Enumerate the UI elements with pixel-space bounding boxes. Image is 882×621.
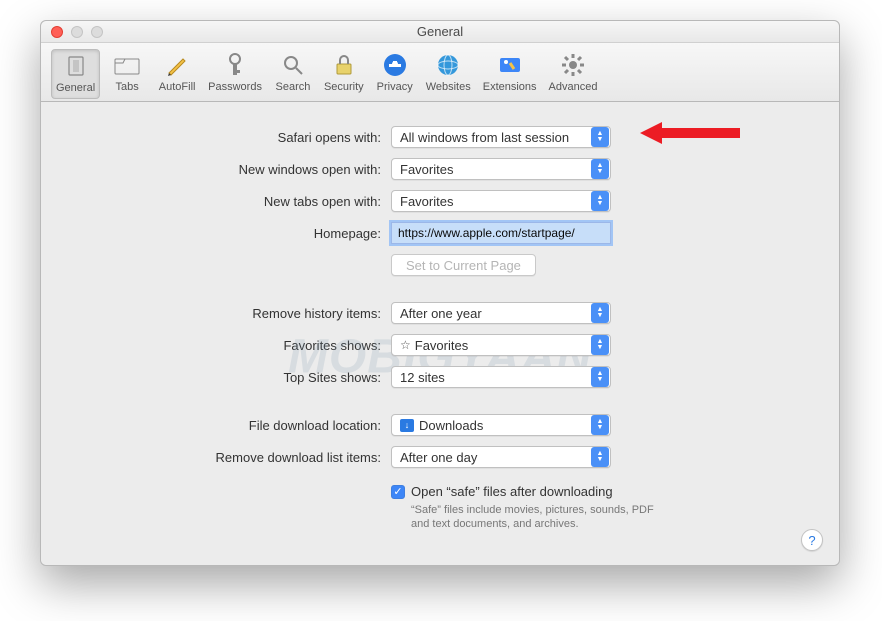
chevron-updown-icon: ▲▼ (591, 127, 609, 147)
preferences-window: General General Tabs AutoFill Passwords (40, 20, 840, 566)
tab-passwords[interactable]: Passwords (204, 49, 266, 97)
tab-label: Security (324, 81, 364, 93)
tab-label: General (56, 82, 95, 94)
tab-label: Tabs (116, 81, 139, 93)
homepage-label: Homepage: (81, 226, 391, 241)
tab-label: Extensions (483, 81, 537, 93)
tab-websites[interactable]: Websites (422, 49, 475, 97)
set-current-page-button[interactable]: Set to Current Page (391, 254, 536, 276)
chevron-updown-icon: ▲▼ (591, 447, 609, 467)
chevron-updown-icon: ▲▼ (591, 415, 609, 435)
security-icon (330, 51, 358, 79)
remove-history-label: Remove history items: (81, 306, 391, 321)
tab-general[interactable]: General (51, 49, 100, 99)
tab-advanced[interactable]: Advanced (545, 49, 602, 97)
download-location-dropdown[interactable]: ↓ Downloads ▲▼ (391, 414, 611, 436)
preferences-content: MOBIGYAAN Safari opens with: All windows… (41, 102, 839, 565)
tabs-icon (113, 51, 141, 79)
general-icon (62, 52, 90, 80)
new-tabs-label: New tabs open with: (81, 194, 391, 209)
open-safe-files-label: Open “safe” files after downloading (411, 484, 613, 499)
dropdown-value: After one day (400, 450, 591, 465)
dropdown-value: Favorites (415, 338, 591, 353)
tab-label: Passwords (208, 81, 262, 93)
chevron-updown-icon: ▲▼ (591, 335, 609, 355)
dropdown-value: 12 sites (400, 370, 591, 385)
remove-downloads-dropdown[interactable]: After one day ▲▼ (391, 446, 611, 468)
tab-security[interactable]: Security (320, 49, 368, 97)
privacy-icon (381, 51, 409, 79)
open-safe-files-checkbox[interactable]: ✓ (391, 485, 405, 499)
homepage-field[interactable] (391, 222, 611, 244)
window-controls (51, 26, 103, 38)
favorites-shows-label: Favorites shows: (81, 338, 391, 353)
chevron-updown-icon: ▲▼ (591, 159, 609, 179)
new-windows-label: New windows open with: (81, 162, 391, 177)
websites-icon (434, 51, 462, 79)
new-tabs-dropdown[interactable]: Favorites ▲▼ (391, 190, 611, 212)
tab-label: Privacy (377, 81, 413, 93)
tab-search[interactable]: Search (270, 49, 316, 97)
chevron-updown-icon: ▲▼ (591, 367, 609, 387)
remove-history-dropdown[interactable]: After one year ▲▼ (391, 302, 611, 324)
tab-label: Websites (426, 81, 471, 93)
safe-files-help-text: “Safe” files include movies, pictures, s… (411, 503, 661, 531)
preferences-toolbar: General Tabs AutoFill Passwords Search (41, 43, 839, 102)
tab-extensions[interactable]: Extensions (479, 49, 541, 97)
downloads-folder-icon: ↓ (400, 419, 414, 432)
extensions-icon (496, 51, 524, 79)
chevron-updown-icon: ▲▼ (591, 191, 609, 211)
safari-opens-dropdown[interactable]: All windows from last session ▲▼ (391, 126, 611, 148)
favorites-shows-dropdown[interactable]: ☆ Favorites ▲▼ (391, 334, 611, 356)
search-icon (279, 51, 307, 79)
passwords-icon (221, 51, 249, 79)
dropdown-value: After one year (400, 306, 591, 321)
open-safe-files-row: ✓ Open “safe” files after downloading (391, 484, 691, 499)
star-icon: ☆ (400, 338, 411, 352)
tab-label: Advanced (549, 81, 598, 93)
window-title: General (41, 24, 839, 39)
minimize-button[interactable] (71, 26, 83, 38)
tab-label: Search (276, 81, 311, 93)
close-button[interactable] (51, 26, 63, 38)
dropdown-value: Favorites (400, 194, 591, 209)
tab-tabs[interactable]: Tabs (104, 49, 150, 97)
titlebar: General (41, 21, 839, 43)
remove-downloads-label: Remove download list items: (81, 450, 391, 465)
zoom-button[interactable] (91, 26, 103, 38)
help-button[interactable]: ? (801, 529, 823, 551)
autofill-icon (163, 51, 191, 79)
dropdown-value: All windows from last session (400, 130, 591, 145)
chevron-updown-icon: ▲▼ (591, 303, 609, 323)
tab-privacy[interactable]: Privacy (372, 49, 418, 97)
top-sites-label: Top Sites shows: (81, 370, 391, 385)
dropdown-value: Favorites (400, 162, 591, 177)
dropdown-value: Downloads (419, 418, 591, 433)
top-sites-dropdown[interactable]: 12 sites ▲▼ (391, 366, 611, 388)
advanced-icon (559, 51, 587, 79)
tab-label: AutoFill (159, 81, 196, 93)
download-location-label: File download location: (81, 418, 391, 433)
new-windows-dropdown[interactable]: Favorites ▲▼ (391, 158, 611, 180)
safari-opens-label: Safari opens with: (81, 130, 391, 145)
tab-autofill[interactable]: AutoFill (154, 49, 200, 97)
